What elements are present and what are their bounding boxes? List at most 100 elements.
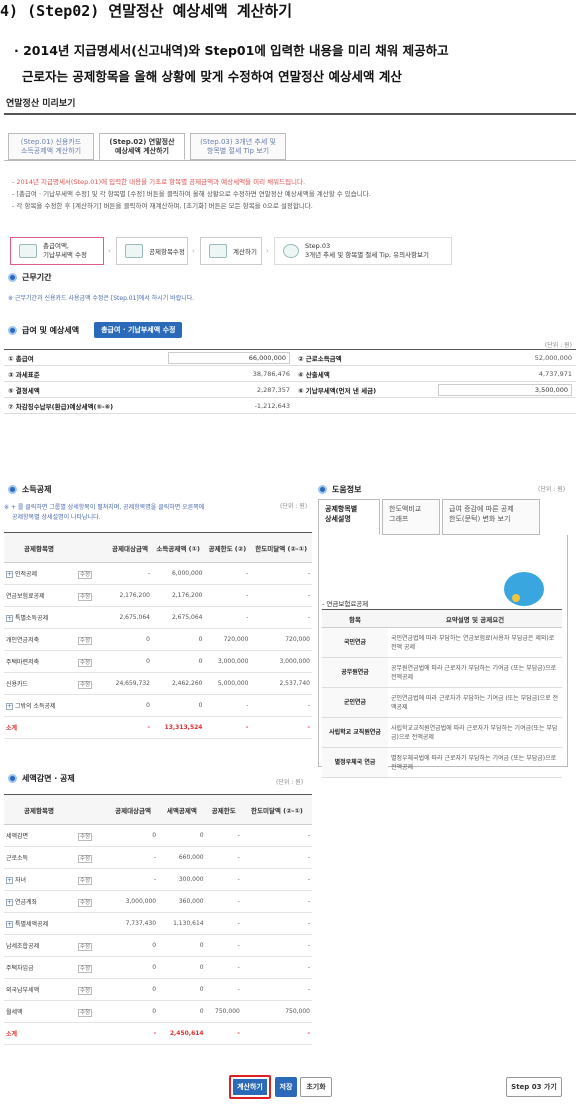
- chevron-right-icon: ›: [266, 247, 269, 255]
- deduction-item-name[interactable]: 특별세액공제: [15, 921, 48, 928]
- chevron-right-icon: ›: [108, 247, 111, 255]
- edit-button[interactable]: 수정: [78, 854, 93, 863]
- help-tab-threshold[interactable]: 급여 증감에 따른 공제 한도(문턱) 변화 보기: [442, 499, 540, 535]
- reset-button[interactable]: 초기화: [300, 1077, 332, 1097]
- deduction-item-name[interactable]: 주택마련저축: [6, 659, 39, 666]
- prepaid-tax-input[interactable]: 3,500,000: [438, 383, 572, 396]
- salary-row: ③ 과세표준 38,786,476 ④ 산출세액 4,737,971: [4, 365, 576, 382]
- help-item-desc: 사립학교교직원연금법에 따라 근로자가 부담하는 기여금(또는 부담금)으로 전…: [388, 717, 562, 748]
- edit-button[interactable]: 수정: [78, 592, 93, 601]
- salary-label: ② 근로소득금액: [294, 349, 434, 366]
- expand-plus-icon[interactable]: +: [6, 703, 13, 710]
- edit-button[interactable]: 수정: [78, 986, 93, 995]
- help-tab-line: 상세설명: [325, 515, 351, 523]
- workflow-step03-button[interactable]: Step.03 3개년 추세 및 항목별 절세 Tip, 유의사항보기: [274, 237, 452, 265]
- deduction-item-name[interactable]: 근로소득: [6, 855, 28, 862]
- table-row: 세액감면 수정 0 0- -: [4, 824, 312, 847]
- deduction-item-name[interactable]: 외국납부세액: [6, 987, 39, 994]
- deduction-item-name[interactable]: 개인연금저축: [6, 637, 39, 644]
- deduction-item-name[interactable]: 월세액: [6, 1009, 23, 1016]
- edit-button[interactable]: 수정: [78, 1008, 93, 1017]
- deduction-item-name[interactable]: 인적공제: [15, 571, 37, 578]
- table-col-header: [74, 532, 108, 563]
- calc-button-highlight[interactable]: 계산하기: [229, 1075, 271, 1099]
- income-deduction-section: 소득공제: [8, 484, 51, 495]
- cell-value: -: [250, 584, 312, 607]
- tab-step03[interactable]: (Step.03) 3개년 추세 및 항목별 절세 Tip 보기: [190, 133, 286, 160]
- edit-button[interactable]: 수정: [78, 636, 93, 645]
- workflow-edit-items-button[interactable]: 공제항목수정: [116, 237, 188, 265]
- cell-value: 0: [108, 824, 159, 847]
- subtotal-value: -: [241, 1022, 312, 1045]
- bullet-icon: [8, 485, 17, 494]
- help-row: 국민연금 국민연금법에 따라 부담하는 연금보험료(사용자 부담금은 제외)로 전…: [322, 627, 562, 658]
- deduction-item-name[interactable]: 특별소득공제: [15, 615, 48, 622]
- edit-button[interactable]: 수정: [78, 898, 93, 907]
- workflow-calc-button[interactable]: 계산하기: [200, 237, 262, 265]
- help-tab-details[interactable]: 공제항목별 상세설명: [318, 499, 380, 535]
- calc-button[interactable]: 계산하기: [233, 1079, 267, 1095]
- subtotal-label: 소계: [4, 716, 74, 739]
- expand-plus-icon[interactable]: +: [6, 615, 13, 622]
- table-col-header: 공제대상금액: [108, 532, 152, 563]
- help-unit: (단위 : 원): [538, 486, 566, 493]
- subtotal-row: 소계 -2,450,614- -: [4, 1022, 312, 1045]
- table-row: 근로소득 수정 -660,000- -: [4, 846, 312, 869]
- deduction-item-name[interactable]: 납세조합공제: [6, 943, 39, 950]
- cell-value: -: [241, 868, 312, 891]
- save-button[interactable]: 저장: [275, 1077, 297, 1097]
- help-row: 사립학교 교직원연금 사립학교교직원연금법에 따라 근로자가 부담하는 기여금(또…: [322, 717, 562, 748]
- edit-button[interactable]: 수정: [78, 876, 93, 885]
- period-note: ※ 근무기간과 신용카드 사용금액 수정은 [Step.01]에서 하시기 바랍…: [8, 295, 195, 302]
- cell-value: -: [108, 868, 159, 891]
- help-item-name: 국민연금: [322, 627, 388, 658]
- salary-value: 4,737,971: [434, 365, 576, 382]
- workflow-edit-salary-button[interactable]: 총급여액, 기납부세액 수정: [10, 237, 104, 265]
- edit-button[interactable]: 수정: [78, 680, 93, 689]
- step03-go-button[interactable]: Step 03 가기: [506, 1077, 562, 1097]
- deduction-item-name[interactable]: 신용카드: [6, 681, 28, 688]
- expand-plus-icon[interactable]: +: [6, 899, 13, 906]
- tab-underline: [4, 160, 576, 161]
- expand-plus-icon[interactable]: +: [6, 877, 13, 884]
- deduction-item-name[interactable]: 세액감면: [6, 833, 28, 840]
- tax-credit-section: 세액감면 · 공제: [8, 773, 75, 784]
- deduction-item-name[interactable]: 연금보험료공제: [6, 593, 45, 600]
- table-row: + 특별소득공제 2,675,064 2,675,064- -: [4, 606, 312, 629]
- table-row: + 자녀 수정 -300,000- -: [4, 868, 312, 891]
- tab-step01-line1: (Step.01) 신용카드: [20, 138, 82, 146]
- help-tab-line: 그래프: [389, 515, 409, 523]
- cell-value: 2,176,200: [151, 584, 205, 607]
- tip-icon: [283, 244, 299, 258]
- expand-plus-icon[interactable]: +: [6, 921, 13, 928]
- edit-button[interactable]: 수정: [78, 658, 93, 667]
- tab-step02[interactable]: (Step.02) 연말정산 예상세액 계산하기: [99, 133, 185, 160]
- edit-button[interactable]: 수정: [78, 964, 93, 973]
- notes: - 2014년 지급명세서(Step.01)에 입력한 내용을 기초로 항목별 …: [12, 176, 371, 212]
- help-row: 별정우체국 연금 별정우체국법에 따라 근로자가 부담하는 기여금 (또는 부담금…: [322, 747, 562, 778]
- chevron-right-icon: ›: [192, 247, 195, 255]
- deduction-item-name[interactable]: 그밖의 소득공제: [15, 703, 56, 710]
- edit-button[interactable]: 수정: [78, 832, 93, 841]
- tax-credit-title: 세액감면 · 공제: [22, 774, 75, 783]
- help-col-header: 요약설명 및 공제요건: [388, 609, 562, 628]
- deduction-item-name[interactable]: 연금계좌: [15, 899, 37, 906]
- help-col-header: 항목: [322, 609, 388, 628]
- total-salary-input[interactable]: 66,000,000: [168, 351, 290, 364]
- cell-value: 300,000: [158, 868, 206, 891]
- tab-step01[interactable]: (Step.01) 신용카드 소득공제액 계산하기: [8, 133, 94, 160]
- table-col-header: 공제항목명: [4, 532, 74, 563]
- help-tab-graph[interactable]: 한도액비교 그래프: [382, 499, 440, 535]
- salary-label: ⑥ 기납부세액(먼저 낸 세금): [294, 381, 434, 398]
- edit-button[interactable]: 수정: [78, 570, 93, 579]
- expand-plus-icon[interactable]: +: [6, 571, 13, 578]
- deduction-item-name[interactable]: 자녀: [15, 877, 26, 884]
- cell-value: 3,000,000: [250, 650, 312, 673]
- deduction-item-name[interactable]: 주택차입금: [6, 965, 34, 972]
- calculator-icon: [209, 244, 227, 258]
- tax-credit-table: 공제항목명 공제대상금액 세액공제액 공제한도 한도미달액 (②-①) 세액감면 수정 0 0…: [4, 794, 312, 1045]
- cell-value: 360,000: [158, 890, 206, 913]
- cell-value: -: [241, 978, 312, 1001]
- edit-button[interactable]: 수정: [78, 942, 93, 951]
- edit-salary-button[interactable]: 총급여 · 기납부세액 수정: [94, 322, 183, 338]
